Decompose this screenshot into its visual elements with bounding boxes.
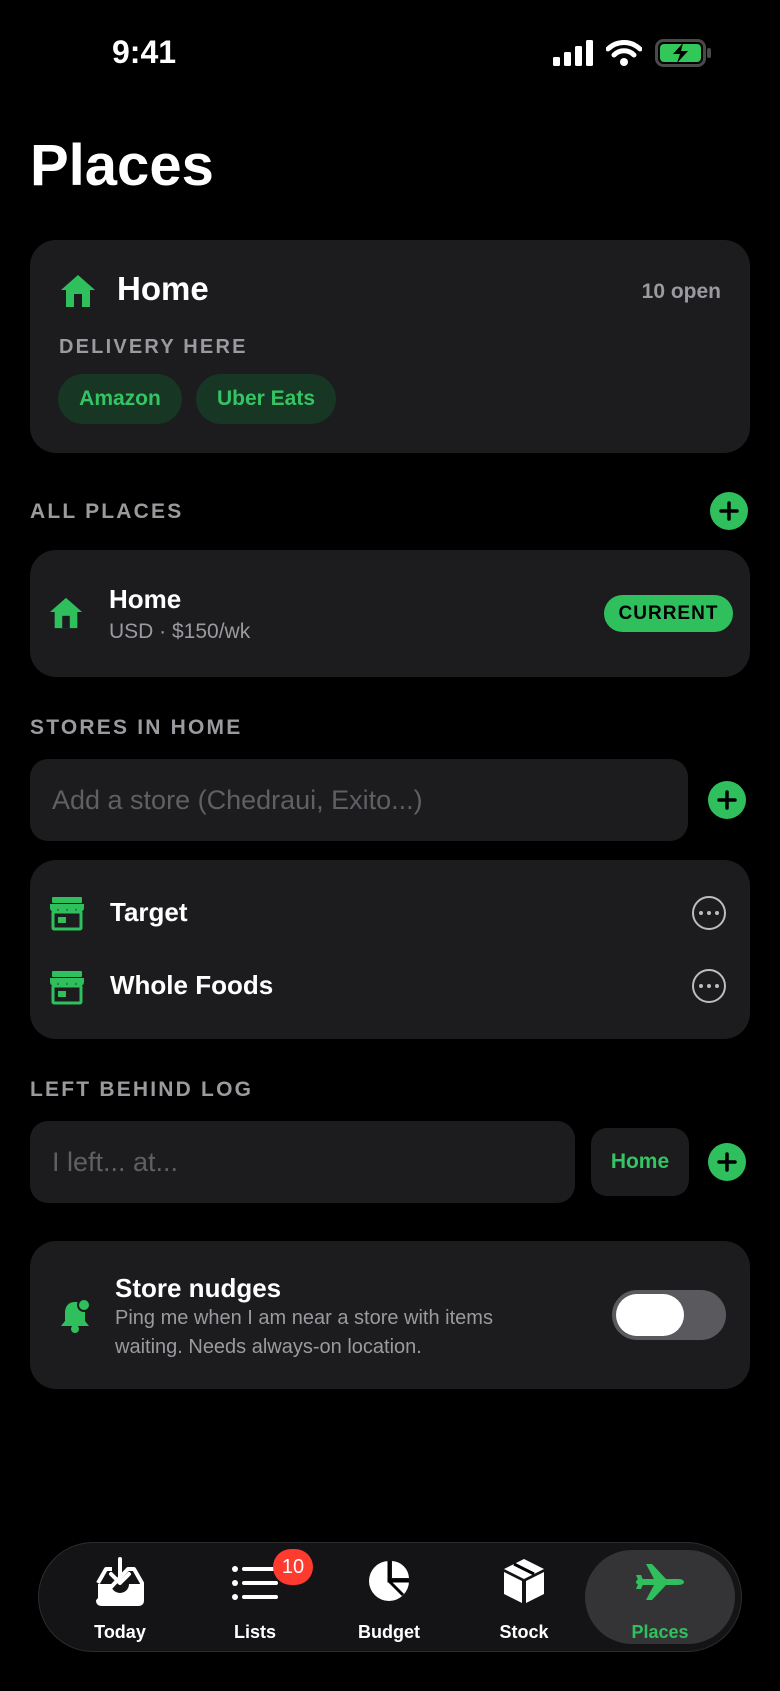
airplane-icon (634, 1562, 686, 1607)
page-title: Places (30, 133, 214, 198)
plus-icon (717, 1152, 737, 1172)
add-place-button[interactable] (710, 492, 748, 530)
add-left-behind-button[interactable] (708, 1143, 746, 1181)
lists-badge: 10 (273, 1549, 313, 1585)
bell-icon (59, 1298, 91, 1338)
open-count: 10 open (641, 280, 721, 303)
tab-places[interactable]: Places (600, 1552, 720, 1652)
signal-icon (553, 40, 593, 71)
tab-label: Places (631, 1622, 689, 1642)
left-behind-label: LEFT BEHIND LOG (30, 1078, 254, 1101)
pie-chart-icon (367, 1559, 411, 1608)
status-time: 9:41 (112, 34, 177, 70)
tab-stock[interactable]: Stock (464, 1552, 584, 1652)
storefront-icon (49, 969, 85, 1010)
tab-label: Lists (233, 1622, 276, 1642)
place-name: Home (109, 584, 182, 614)
stores-label: STORES IN HOME (30, 716, 243, 739)
all-places-label: ALL PLACES (30, 500, 184, 523)
store-name: Whole Foods (110, 970, 274, 1000)
nudges-toggle[interactable] (612, 1290, 726, 1340)
place-detail: USD · $150/wk (109, 620, 251, 643)
stores-list: Target Whole Foods (30, 860, 750, 1039)
wifi-icon (605, 39, 643, 72)
left-behind-input[interactable]: I left... at... (30, 1121, 575, 1203)
nudges-description-line1: Ping me when I am near a store with item… (115, 1307, 493, 1329)
tab-today[interactable]: Today (60, 1552, 180, 1652)
storefront-icon (49, 895, 85, 936)
delivery-label: DELIVERY HERE (59, 336, 248, 358)
tab-label: Stock (499, 1622, 549, 1642)
status-bar: 9:41 (0, 0, 780, 100)
tab-label: Today (94, 1622, 146, 1642)
delivery-chip-uber-eats[interactable]: Uber Eats (196, 374, 336, 424)
place-selector[interactable]: Home (591, 1128, 689, 1196)
house-icon (48, 596, 84, 635)
nudges-title: Store nudges (115, 1273, 282, 1303)
list-icon (232, 1566, 278, 1605)
house-icon (59, 273, 97, 314)
box-icon (502, 1557, 546, 1610)
nudges-description-line2: waiting. Needs always-on location. (115, 1336, 422, 1358)
store-nudges-card: Store nudges Ping me when I am near a st… (30, 1241, 750, 1389)
more-options-icon[interactable] (692, 896, 726, 930)
store-name: Target (110, 897, 188, 927)
tab-label: Budget (358, 1622, 420, 1642)
toggle-knob (616, 1294, 684, 1336)
store-row[interactable]: Target (30, 880, 750, 946)
add-store-input[interactable]: Add a store (Chedraui, Exito...) (30, 759, 688, 841)
current-place-card[interactable]: Home 10 open DELIVERY HERE Amazon Uber E… (30, 240, 750, 453)
add-store-button[interactable] (708, 781, 746, 819)
delivery-chip-amazon[interactable]: Amazon (58, 374, 182, 424)
more-options-icon[interactable] (692, 969, 726, 1003)
current-place-name: Home (117, 270, 209, 307)
plus-icon (719, 501, 739, 521)
current-badge: CURRENT (604, 595, 733, 632)
tray-download-icon (94, 1557, 146, 1612)
battery-icon (655, 39, 713, 72)
tab-budget[interactable]: Budget (329, 1552, 449, 1652)
store-row[interactable]: Whole Foods (30, 954, 750, 1020)
place-row-home[interactable]: Home USD · $150/wk CURRENT (30, 550, 750, 677)
plus-icon (717, 790, 737, 810)
